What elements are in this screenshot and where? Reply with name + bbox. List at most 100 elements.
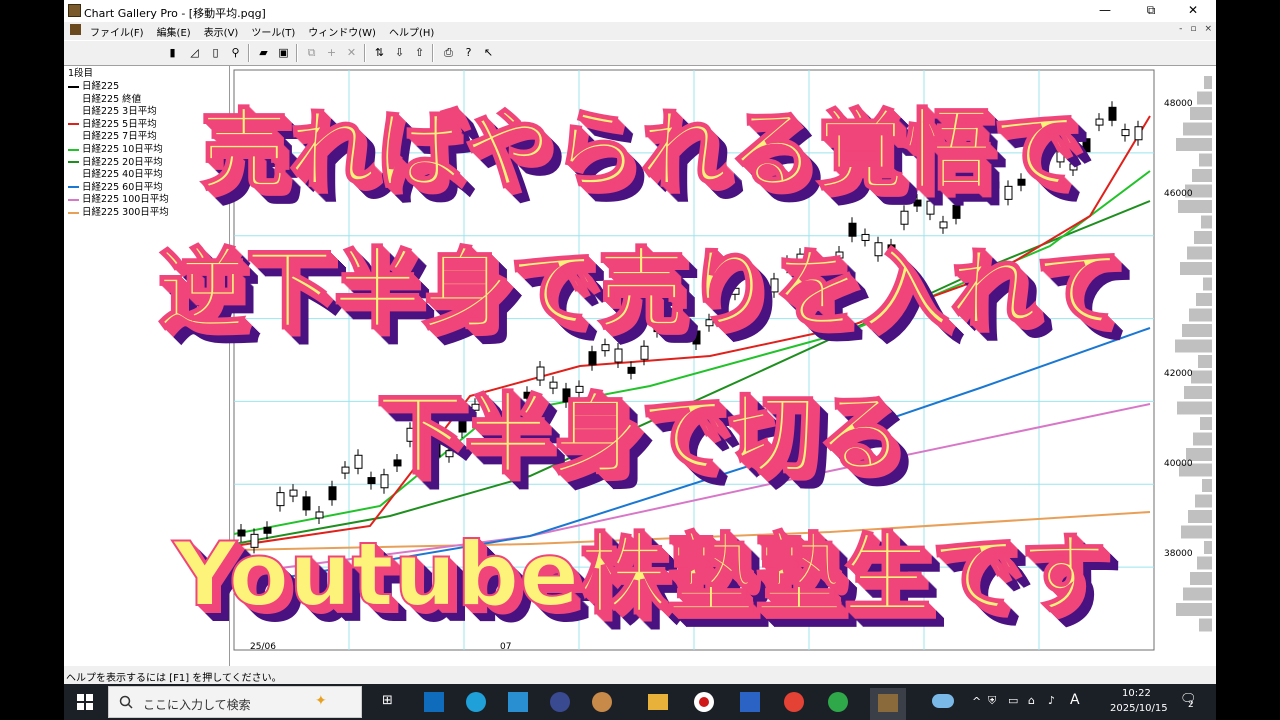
status-text: ヘルプを表示するには [F1] を押してください。 [66, 673, 282, 684]
clock-date[interactable]: 2025/10/15 [1110, 703, 1168, 714]
delete-icon[interactable]: ✕ [343, 44, 360, 61]
legend-entry[interactable]: 日経225 40日平均 [68, 169, 163, 182]
candle-body [978, 163, 987, 178]
candle-body [1030, 144, 1039, 159]
legend-entry[interactable]: 日経225 5日平均 [68, 119, 157, 132]
title-bar[interactable]: Chart Gallery Pro - [移動平均.pqg] — ⧉ ✕ [64, 0, 1216, 22]
candle-body [276, 492, 285, 507]
chrome-icon[interactable] [784, 692, 804, 712]
candle-body [354, 454, 363, 469]
task-view-icon[interactable]: ⊞ [382, 693, 393, 708]
print-icon[interactable]: ⎙ [440, 44, 457, 61]
x-tick-label: 07 [500, 642, 511, 652]
copy-icon[interactable]: ⧉ [303, 44, 320, 61]
crosshair-icon[interactable]: + [323, 44, 340, 61]
menu-edit[interactable]: 編集(E) [157, 24, 191, 39]
mdi-restore-button[interactable]: ▫ [1190, 24, 1196, 34]
edge-icon[interactable] [466, 692, 486, 712]
binoculars-icon[interactable]: ⚲ [227, 44, 244, 61]
chevron-up-icon[interactable]: ^ [972, 695, 981, 708]
save-icon[interactable]: ▣ [275, 44, 292, 61]
legend-entry[interactable]: 日経225 [68, 81, 119, 94]
context-help-icon[interactable]: ↖ [480, 44, 497, 61]
volume-profile-bar [1203, 277, 1212, 291]
candle-body [588, 351, 597, 366]
menu-file[interactable]: ファイル(F) [90, 24, 144, 39]
taskbar-search[interactable]: ここに入力して検索 ✦ [108, 686, 362, 718]
bar-chart-icon[interactable]: ▮ [164, 44, 181, 61]
close-button[interactable]: ✕ [1170, 0, 1216, 22]
candle-body [861, 233, 870, 241]
record-icon[interactable] [694, 692, 714, 712]
volume-profile-bar [1183, 122, 1212, 136]
outlook-icon[interactable] [424, 692, 444, 712]
ime-indicator[interactable]: A [1070, 692, 1080, 708]
candle-body [315, 511, 324, 519]
app-icon[interactable] [550, 692, 570, 712]
legend-entry[interactable]: 日経225 7日平均 [68, 131, 157, 144]
chart-area[interactable]: 48000 46000 42000 40000 38000 25/06 07 [230, 66, 1216, 666]
legend-entry[interactable]: 日経225 20日平均 [68, 157, 163, 170]
sparkle-icon: ✦ [315, 693, 327, 709]
folder-icon[interactable] [648, 694, 668, 710]
candle-body [835, 251, 844, 259]
volume-profile-bar [1201, 215, 1212, 229]
open-folder-icon[interactable]: ▰ [255, 44, 272, 61]
help-icon[interactable]: ? [460, 44, 477, 61]
word-icon[interactable] [740, 692, 760, 712]
download-icon[interactable]: ⇩ [391, 44, 408, 61]
menu-help[interactable]: ヘルプ(H) [389, 24, 434, 39]
mdi-minimize-button[interactable]: - [1179, 24, 1182, 34]
legend-label: 日経225 終値 [82, 93, 142, 105]
notification-count: 2 [1188, 700, 1194, 710]
network-icon[interactable]: ⌂ [1028, 694, 1035, 707]
volume-profile-bar [1199, 153, 1212, 167]
columns-icon[interactable]: ▯ [207, 44, 224, 61]
volume-profile-bar [1200, 417, 1212, 430]
menu-view[interactable]: 表示(V) [204, 24, 239, 39]
line-chart-icon[interactable]: ◿ [186, 44, 203, 61]
volume-icon[interactable]: ♪ [1048, 694, 1055, 707]
volume-profile-bar [1204, 76, 1212, 89]
paint-icon[interactable] [592, 692, 612, 712]
search-placeholder: ここに入力して検索 [143, 698, 251, 712]
maximize-button[interactable]: ⧉ [1128, 0, 1174, 22]
candle-body [848, 222, 857, 237]
clock-time[interactable]: 10:22 [1122, 688, 1151, 699]
volume-profile-bar [1196, 293, 1212, 306]
candle-body [601, 344, 610, 352]
menu-window[interactable]: ウィンドウ(W) [308, 24, 376, 39]
legend-entry[interactable]: 日経225 60日平均 [68, 182, 163, 195]
app-icon[interactable] [508, 692, 528, 712]
battery-icon[interactable]: ▭ [1008, 694, 1018, 707]
upload-icon[interactable]: ⇧ [411, 44, 428, 61]
legend-entry[interactable]: 日経225 終値 [68, 94, 141, 107]
price-chart[interactable]: 48000 46000 42000 40000 38000 25/06 07 [230, 66, 1216, 666]
menu-tools[interactable]: ツール(T) [251, 24, 295, 39]
windows-start-icon[interactable] [77, 694, 93, 710]
candle-body [484, 400, 493, 415]
security-icon[interactable]: ⛨ [988, 694, 996, 708]
document-icon[interactable] [70, 24, 81, 35]
mdi-close-button[interactable]: × [1204, 24, 1212, 34]
minimize-button[interactable]: — [1082, 0, 1128, 22]
legend-label: 日経225 [82, 81, 120, 92]
toolbar-separator [248, 44, 250, 62]
candle-body [965, 184, 974, 192]
chart-gallery-taskbar-item[interactable] [870, 688, 906, 720]
legend-entry[interactable]: 日経225 10日平均 [68, 144, 163, 157]
toolbar-separator [364, 44, 366, 62]
candle-body [874, 242, 883, 257]
legend-entry[interactable]: 日経225 300日平均 [68, 207, 169, 220]
split-icon[interactable]: ⇅ [371, 44, 388, 61]
legend-entry[interactable]: 日経225 100日平均 [68, 194, 169, 207]
window-title: Chart Gallery Pro - [移動平均.pqg] [84, 7, 266, 20]
candle-body [640, 345, 649, 360]
weather-icon[interactable] [932, 694, 954, 708]
candle-body [653, 325, 662, 333]
legend-swatch [68, 174, 79, 176]
candle-body [692, 330, 701, 345]
legend-entry[interactable]: 日経225 3日平均 [68, 106, 157, 119]
legend-swatch [68, 148, 79, 151]
app-icon[interactable] [828, 692, 848, 712]
